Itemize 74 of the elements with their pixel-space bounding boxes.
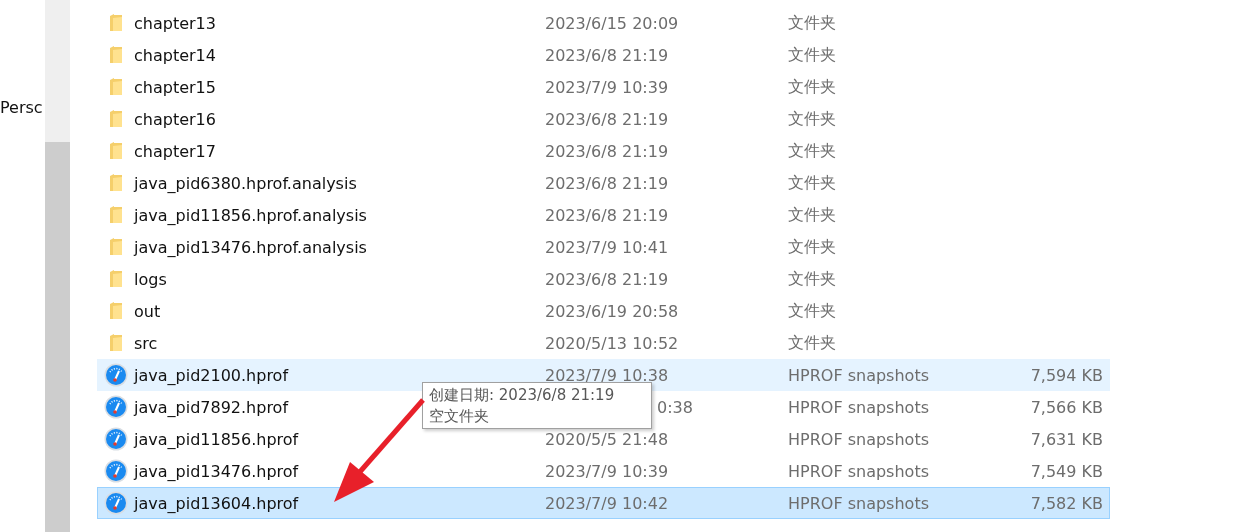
file-name: java_pid11856.hprof.analysis [134,205,367,225]
file-type: 文件夹 [788,76,837,98]
modified-date: 0:38 [657,397,693,417]
modified-date: 2023/7/9 10:41 [545,237,669,257]
file-name: java_pid7892.hprof [134,397,289,417]
file-type: 文件夹 [788,140,837,162]
gauge-icon [104,427,128,451]
gauge-icon [104,459,128,483]
file-name: java_pid6380.hprof.analysis [134,173,357,193]
modified-date: 2023/7/9 10:38 [545,365,669,385]
modified-date: 2023/6/8 21:19 [545,173,669,193]
sidebar-item[interactable]: Persc [0,98,45,117]
file-type: 文件夹 [788,44,837,66]
file-type: HPROF snapshots [788,493,930,513]
file-name: chapter14 [134,45,216,65]
file-size: 7,631 KB [1029,429,1103,449]
file-size: 7,594 KB [1029,365,1103,385]
file-name: chapter15 [134,77,216,97]
folder-icon [109,334,123,352]
folder-icon [109,206,123,224]
file-name: chapter17 [134,141,216,161]
file-name: out [134,301,161,321]
file-name: java_pid11856.hprof [134,429,299,449]
folder-icon [109,302,123,320]
modified-date: 2023/7/9 10:42 [545,493,669,513]
folder-icon [109,110,123,128]
file-type: 文件夹 [788,236,837,258]
scrollbar[interactable] [45,0,70,532]
file-type: 文件夹 [788,268,837,290]
modified-date: 2023/7/9 10:39 [545,461,669,481]
modified-date: 2020/5/5 21:48 [545,429,669,449]
file-size: 7,566 KB [1029,397,1103,417]
gauge-icon [104,395,128,419]
file-type: HPROF snapshots [788,397,930,417]
file-name: logs [134,269,167,289]
file-name: java_pid13604.hprof [134,493,299,513]
gauge-icon [104,363,128,387]
modified-date: 2023/6/19 20:58 [545,301,679,321]
file-size: 7,582 KB [1029,493,1103,513]
tooltip-text: 空文件夹 [429,406,490,427]
file-name: java_pid13476.hprof.analysis [134,237,367,257]
scrollbar-thumb[interactable] [45,142,70,532]
file-type: 文件夹 [788,172,837,194]
file-name: src [134,333,158,353]
modified-date: 2020/5/13 10:52 [545,333,679,353]
folder-icon [109,142,123,160]
file-type: 文件夹 [788,108,837,130]
file-row[interactable]: java_pid13604.hprof 2023/7/9 10:42 HPROF snapshots 7,582 KB [97,487,1110,519]
file-name: chapter13 [134,13,216,33]
folder-icon [109,14,123,32]
file-type: HPROF snapshots [788,461,930,481]
file-type: HPROF snapshots [788,429,930,449]
modified-date: 2023/6/8 21:19 [545,205,669,225]
modified-date: 2023/6/15 20:09 [545,13,679,33]
gauge-icon [104,491,128,515]
file-name: chapter16 [134,109,216,129]
file-name: java_pid2100.hprof [134,365,289,385]
modified-date: 2023/6/8 21:19 [545,141,669,161]
modified-date: 2023/6/8 21:19 [545,269,669,289]
file-type: 文件夹 [788,204,837,226]
folder-icon [109,174,123,192]
folder-icon [109,270,123,288]
file-type: 文件夹 [788,332,837,354]
file-name: java_pid13476.hprof [134,461,299,481]
folder-icon [109,78,123,96]
modified-date: 2023/7/9 10:39 [545,77,669,97]
file-size: 7,549 KB [1029,461,1103,481]
file-type: HPROF snapshots [788,365,930,385]
folder-icon [109,238,123,256]
modified-date: 2023/6/8 21:19 [545,45,669,65]
modified-date: 2023/6/8 21:19 [545,109,669,129]
file-type: 文件夹 [788,12,837,34]
folder-icon [109,46,123,64]
file-type: 文件夹 [788,300,837,322]
